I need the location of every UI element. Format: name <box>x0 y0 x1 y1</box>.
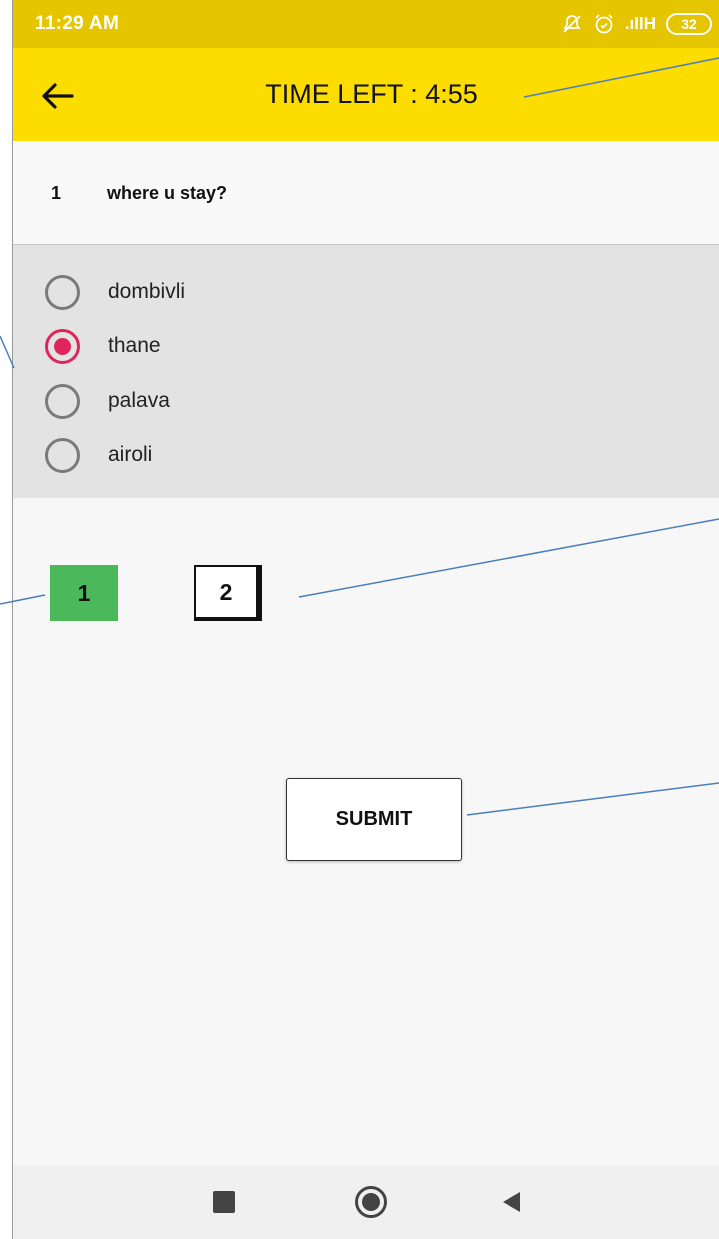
radio-button[interactable] <box>45 274 80 310</box>
alarm-icon <box>593 13 615 35</box>
home-icon[interactable] <box>355 1186 387 1218</box>
phone-screen: 11:29 AM .ıllH 32 TIME LEFT : 4:55 1 whe… <box>12 0 719 1239</box>
option-palava[interactable]: palava <box>13 375 719 427</box>
mute-icon <box>561 13 583 35</box>
option-label: airoli <box>108 443 153 466</box>
status-time: 11:29 AM <box>35 13 120 34</box>
option-label: dombivli <box>108 280 186 303</box>
status-bar: 11:29 AM .ıllH 32 <box>13 0 719 48</box>
app-bar: TIME LEFT : 4:55 <box>13 48 719 141</box>
question-header: 1 where u stay? <box>13 141 719 244</box>
question-nav-1[interactable]: 1 <box>50 565 118 621</box>
option-label: thane <box>108 334 161 357</box>
time-left-label: TIME LEFT : 4:55 <box>265 79 478 109</box>
recents-icon[interactable] <box>213 1191 235 1213</box>
question-nav-2[interactable]: 2 <box>194 565 262 621</box>
radio-button[interactable] <box>45 437 80 473</box>
option-label: palava <box>108 389 170 412</box>
submit-button[interactable]: SUBMIT <box>286 778 462 861</box>
question-number: 1 <box>51 183 62 203</box>
radio-button-selected[interactable] <box>45 328 80 364</box>
system-nav-bar <box>13 1165 719 1239</box>
battery-icon: 32 <box>666 13 712 35</box>
options-group: dombivli thane palava airoli <box>13 244 719 498</box>
option-dombivli[interactable]: dombivli <box>13 266 719 318</box>
back-icon[interactable] <box>503 1192 520 1212</box>
option-thane[interactable]: thane <box>13 320 719 372</box>
signal-icon: .ıllH <box>624 14 656 33</box>
option-airoli[interactable]: airoli <box>13 429 719 481</box>
question-text: where u stay? <box>107 183 228 203</box>
status-icons: .ıllH 32 <box>561 13 712 35</box>
radio-button[interactable] <box>45 383 80 419</box>
